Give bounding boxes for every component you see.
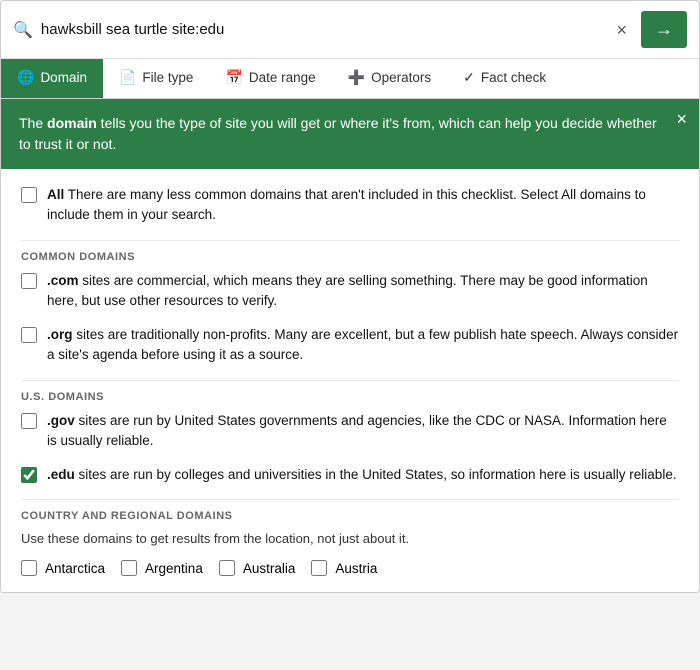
tab-domain-label: Domain — [40, 70, 87, 85]
checkbox-row-com: .com sites are commercial, which means t… — [21, 271, 679, 312]
country-section-desc: Use these domains to get results from th… — [21, 530, 679, 548]
checkbox-australia[interactable] — [219, 560, 235, 576]
tab-domain[interactable]: 🌐 Domain — [1, 59, 103, 98]
tab-bar: 🌐 Domain 📄 File type 📅 Date range ➕ Oper… — [1, 59, 699, 99]
country-label-antarctica: Antarctica — [45, 561, 105, 576]
checkbox-gov-label: .gov sites are run by United States gove… — [47, 411, 679, 452]
checkbox-com[interactable] — [21, 273, 37, 289]
checkbox-edu-label: .edu sites are run by colleges and unive… — [47, 465, 677, 485]
tab-daterange-label: Date range — [249, 70, 316, 85]
checkbox-all[interactable] — [21, 187, 37, 203]
banner-close-button[interactable]: × — [676, 109, 687, 130]
divider-3 — [21, 499, 679, 500]
banner-text: The domain tells you the type of site yo… — [19, 115, 657, 152]
plus-icon: ➕ — [348, 69, 365, 86]
search-bar: 🔍 × → — [1, 1, 699, 59]
checkbox-edu[interactable] — [21, 467, 37, 483]
checkbox-row-org: .org sites are traditionally non-profits… — [21, 325, 679, 366]
country-label-austria: Austria — [335, 561, 377, 576]
search-submit-button[interactable]: → — [641, 11, 687, 48]
checkbox-row-gov: .gov sites are run by United States gove… — [21, 411, 679, 452]
country-item-australia: Australia — [219, 560, 296, 576]
checkbox-gov[interactable] — [21, 413, 37, 429]
checkbox-org[interactable] — [21, 327, 37, 343]
arrow-right-icon: → — [655, 19, 673, 40]
checkbox-all-label: All There are many less common domains t… — [47, 185, 679, 226]
section-common-domains: COMMON DOMAINS — [21, 251, 679, 263]
divider-2 — [21, 380, 679, 381]
divider-1 — [21, 240, 679, 241]
globe-icon: 🌐 — [17, 69, 34, 86]
checkbox-org-label: .org sites are traditionally non-profits… — [47, 325, 679, 366]
checkbox-argentina[interactable] — [121, 560, 137, 576]
clear-search-button[interactable]: × — [610, 19, 633, 41]
country-row: Antarctica Argentina Australia Austria — [21, 560, 679, 576]
tab-factcheck[interactable]: ✓ Fact check — [447, 59, 562, 98]
checkbox-antarctica[interactable] — [21, 560, 37, 576]
tab-factcheck-label: Fact check — [481, 70, 546, 85]
main-container: 🔍 × → 🌐 Domain 📄 File type 📅 Date range … — [0, 0, 700, 593]
content-area: All There are many less common domains t… — [1, 169, 699, 592]
country-label-australia: Australia — [243, 561, 296, 576]
search-icon: 🔍 — [13, 20, 33, 40]
calendar-icon: 📅 — [225, 69, 242, 86]
file-icon: 📄 — [119, 69, 136, 86]
checkmark-icon: ✓ — [463, 69, 475, 86]
banner-bold-word: domain — [47, 115, 97, 131]
checkbox-row-all: All There are many less common domains t… — [21, 185, 679, 226]
checkbox-row-edu: .edu sites are run by colleges and unive… — [21, 465, 679, 485]
banner-text-after: tells you the type of site you will get … — [19, 115, 657, 152]
info-banner: The domain tells you the type of site yo… — [1, 99, 699, 169]
tab-daterange[interactable]: 📅 Date range — [209, 59, 331, 98]
tab-operators[interactable]: ➕ Operators — [332, 59, 447, 98]
tab-filetype[interactable]: 📄 File type — [103, 59, 209, 98]
checkbox-com-label: .com sites are commercial, which means t… — [47, 271, 679, 312]
tab-operators-label: Operators — [371, 70, 431, 85]
country-item-argentina: Argentina — [121, 560, 203, 576]
country-item-antarctica: Antarctica — [21, 560, 105, 576]
search-input[interactable] — [41, 21, 603, 38]
country-label-argentina: Argentina — [145, 561, 203, 576]
tab-filetype-label: File type — [142, 70, 193, 85]
section-country-domains: COUNTRY AND REGIONAL DOMAINS — [21, 510, 679, 522]
checkbox-austria[interactable] — [311, 560, 327, 576]
country-item-austria: Austria — [311, 560, 377, 576]
section-us-domains: U.S. DOMAINS — [21, 391, 679, 403]
